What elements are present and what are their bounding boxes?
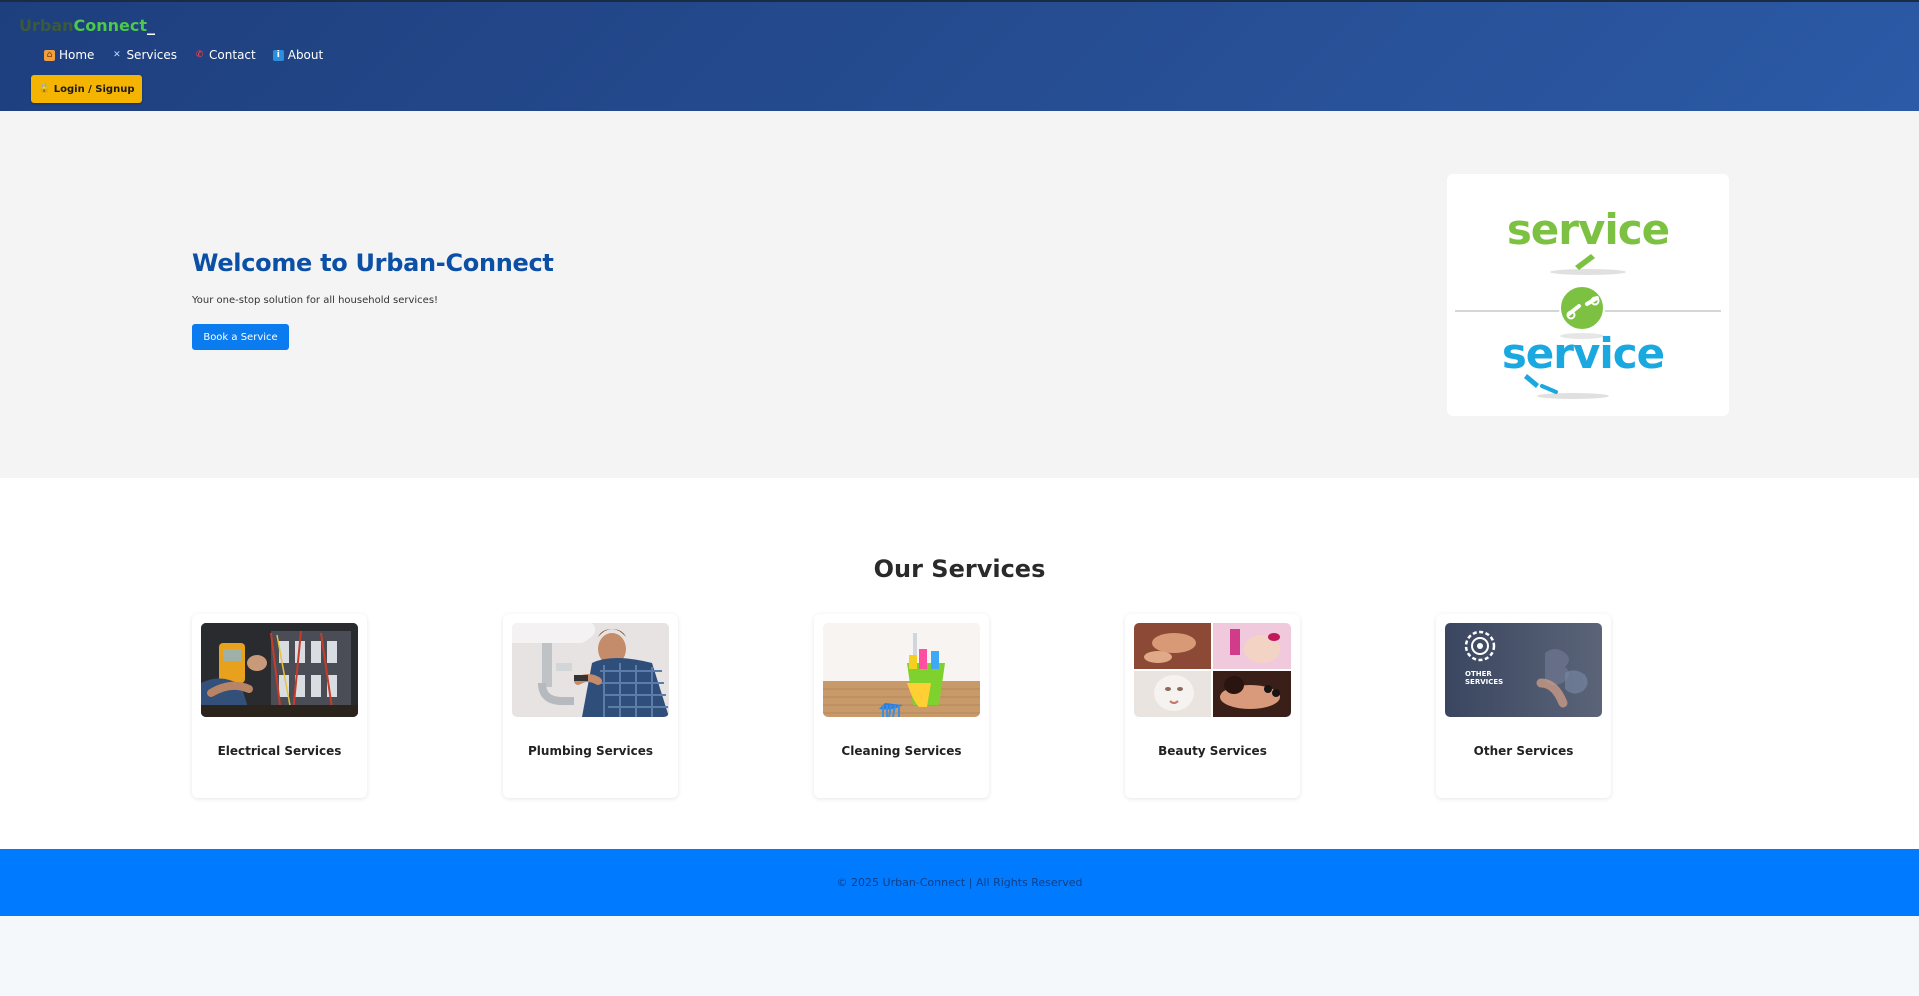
other-image-text-line1: OTHER: [1465, 670, 1492, 678]
service-card-other[interactable]: OTHER SERVICES Other Services: [1436, 614, 1611, 798]
cleaning-services-image: [823, 623, 980, 717]
electrical-services-image: [201, 623, 358, 717]
nav-item-label: Contact: [209, 48, 256, 62]
site-footer: © 2025 Urban-Connect | All Rights Reserv…: [0, 849, 1919, 916]
brand-logo[interactable]: UrbanConnect_: [19, 16, 155, 35]
brand-part-urban: Urban: [19, 16, 74, 35]
hero-subtitle: Your one-stop solution for all household…: [192, 295, 439, 306]
hero-title: Welcome to Urban-Connect: [192, 249, 554, 277]
info-icon: i: [272, 49, 284, 61]
hero-image-card: service service: [1447, 174, 1729, 416]
brand-cursor: _: [147, 16, 156, 35]
card-label: Cleaning Services: [841, 744, 962, 758]
services-title: Our Services: [873, 555, 1046, 583]
nav-item-home[interactable]: ⌂ Home: [44, 48, 94, 62]
nav-item-label: About: [287, 48, 324, 62]
logo-word-bottom: service: [1502, 329, 1664, 378]
other-services-image: OTHER SERVICES: [1445, 623, 1602, 717]
services-section: Our Services Electrical Services Plumbin…: [0, 478, 1919, 849]
site-header: UrbanConnect_ ⌂ Home ✕ Services ✆ Contac…: [0, 0, 1919, 111]
card-label: Other Services: [1473, 744, 1574, 758]
nav-item-services[interactable]: ✕ Services: [111, 48, 177, 62]
tools-icon: ✕: [113, 49, 121, 60]
login-signup-label: Login / Signup: [53, 83, 135, 95]
main-nav: ⌂ Home ✕ Services ✆ Contact i About: [44, 48, 323, 62]
lock-icon: 🔒: [38, 84, 50, 94]
card-label: Plumbing Services: [528, 744, 653, 758]
other-image-text-line2: SERVICES: [1465, 678, 1503, 686]
nav-item-label: Services: [126, 48, 178, 62]
nav-item-contact[interactable]: ✆ Contact: [194, 48, 256, 62]
card-label: Beauty Services: [1158, 744, 1267, 758]
card-label: Electrical Services: [217, 744, 342, 758]
hero-section: Welcome to Urban-Connect Your one-stop s…: [0, 111, 1919, 478]
login-signup-button[interactable]: 🔒 Login / Signup: [31, 75, 142, 103]
book-service-button[interactable]: Book a Service: [192, 324, 289, 350]
service-card-electrical[interactable]: Electrical Services: [192, 614, 367, 798]
page-background-bottom: [0, 916, 1919, 996]
plumbing-services-image: [512, 623, 669, 717]
service-card-plumbing[interactable]: Plumbing Services: [503, 614, 678, 798]
service-card-beauty[interactable]: Beauty Services: [1125, 614, 1300, 798]
nav-item-label: Home: [59, 48, 95, 62]
service-card-cleaning[interactable]: Cleaning Services: [814, 614, 989, 798]
footer-copyright: © 2025 Urban-Connect | All Rights Reserv…: [836, 876, 1083, 889]
beauty-services-image: [1134, 623, 1291, 717]
nav-item-about[interactable]: i About: [272, 48, 324, 62]
home-icon: ⌂: [44, 49, 55, 61]
brand-part-connect: Connect: [73, 16, 148, 35]
service-logo-image: service service: [1447, 174, 1729, 416]
phone-icon: ✆: [195, 49, 204, 60]
logo-word-top: service: [1507, 205, 1669, 254]
